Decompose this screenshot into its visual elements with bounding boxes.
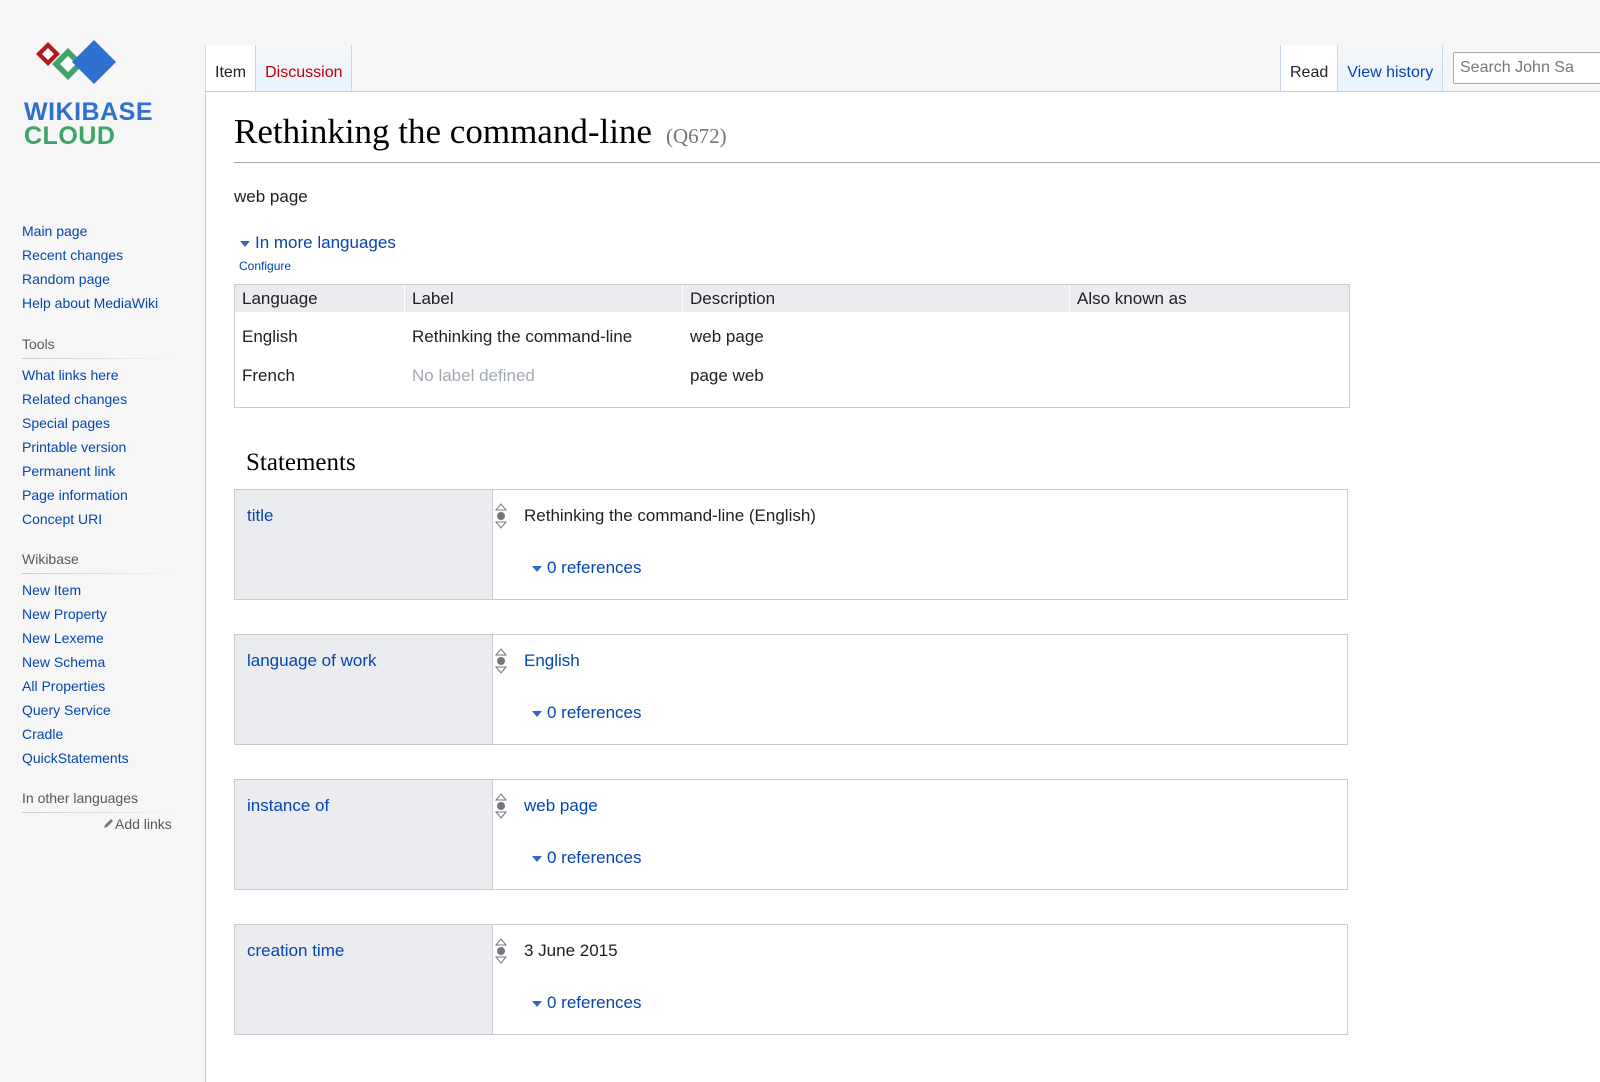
property-link-title[interactable]: title: [247, 506, 273, 526]
search-input[interactable]: [1453, 52, 1600, 84]
rank-selector-icon[interactable]: [495, 647, 507, 675]
item-id: (Q672): [665, 124, 727, 148]
rank-selector-icon[interactable]: [495, 502, 507, 530]
property-cell: language of work: [235, 635, 493, 744]
sidebar-item-help[interactable]: Help about MediaWiki: [22, 291, 180, 315]
sidebar-item-what-links-here[interactable]: What links here: [22, 363, 180, 387]
sidebar-navigation: Main page Recent changes Random page Hel…: [22, 219, 180, 315]
sidebar-heading-tools: Tools: [22, 336, 180, 359]
page-heading: Rethinking the command-line (Q672): [234, 112, 1600, 163]
sidebar-item-main-page[interactable]: Main page: [22, 219, 180, 243]
configure-link[interactable]: Configure: [239, 259, 291, 273]
references-label: 0 references: [547, 993, 642, 1012]
expand-triangle-icon: [532, 710, 542, 717]
property-cell: title: [235, 490, 493, 599]
tab-item[interactable]: Item: [205, 45, 257, 92]
tab-view-history[interactable]: View history: [1338, 45, 1444, 92]
sidebar-item-permanent-link[interactable]: Permanent link: [22, 459, 180, 483]
sidebar-item-concept-uri[interactable]: Concept URI: [22, 507, 180, 531]
references-toggle[interactable]: 0 references: [532, 848, 642, 868]
statement-group-instance-of: instance of web page 0 references: [234, 779, 1348, 890]
logo-line-2: CLOUD: [24, 122, 116, 150]
column-header-label: Label: [412, 289, 454, 308]
expand-triangle-icon: [532, 855, 542, 862]
sidebar-item-new-property[interactable]: New Property: [22, 602, 180, 626]
references-label: 0 references: [547, 848, 642, 867]
sidebar-heading-languages: In other languages: [22, 790, 180, 813]
sidebar-item-related-changes[interactable]: Related changes: [22, 387, 180, 411]
statement-value-language-of-work[interactable]: English: [524, 651, 580, 671]
sidebar-item-printable-version[interactable]: Printable version: [22, 435, 180, 459]
namespace-tabs: Item Discussion: [205, 45, 353, 92]
property-link-language-of-work[interactable]: language of work: [247, 651, 376, 671]
logo-diamonds-icon: [36, 40, 116, 84]
property-link-instance-of[interactable]: instance of: [247, 796, 329, 816]
row-french-description: page web: [690, 366, 764, 385]
row-english-language: English: [242, 327, 298, 346]
row-french-language: French: [242, 366, 295, 385]
property-cell: creation time: [235, 925, 493, 1034]
property-cell: instance of: [235, 780, 493, 889]
sidebar-item-new-item[interactable]: New Item: [22, 578, 180, 602]
references-toggle[interactable]: 0 references: [532, 993, 642, 1013]
statement-value-instance-of[interactable]: web page: [524, 796, 598, 816]
in-more-languages-toggle[interactable]: In more languages: [240, 233, 396, 253]
sidebar-item-recent-changes[interactable]: Recent changes: [22, 243, 180, 267]
tab-discussion[interactable]: Discussion: [256, 45, 353, 92]
content-area: Rethinking the command-line (Q672) web pa…: [205, 91, 1600, 1082]
references-label: 0 references: [547, 703, 642, 722]
expand-triangle-icon: [532, 1000, 542, 1007]
row-french-label: No label defined: [412, 366, 535, 385]
property-link-creation-time[interactable]: creation time: [247, 941, 344, 961]
sidebar-item-quickstatements[interactable]: QuickStatements: [22, 746, 180, 770]
language-table: Language Label Description Also known as…: [234, 284, 1350, 408]
sidebar-wikibase: Wikibase New Item New Property New Lexem…: [22, 551, 180, 770]
row-english-label: Rethinking the command-line: [412, 327, 633, 346]
in-more-languages-label: In more languages: [255, 233, 396, 252]
row-english-description: web page: [690, 327, 764, 346]
tab-read[interactable]: Read: [1280, 45, 1339, 92]
add-links-label: Add links: [115, 816, 172, 832]
sidebar-item-cradle[interactable]: Cradle: [22, 722, 180, 746]
column-header-also-known-as: Also known as: [1077, 289, 1187, 308]
sidebar-item-new-lexeme[interactable]: New Lexeme: [22, 626, 180, 650]
column-header-language: Language: [242, 289, 318, 308]
references-toggle[interactable]: 0 references: [532, 558, 642, 578]
view-tabs: Read View history: [1280, 45, 1444, 92]
rank-selector-icon[interactable]: [495, 792, 507, 820]
statement-group-creation-time: creation time 3 June 2015 0 references: [234, 924, 1348, 1035]
sidebar-item-all-properties[interactable]: All Properties: [22, 674, 180, 698]
expand-triangle-icon: [240, 240, 250, 247]
sidebar-item-page-information[interactable]: Page information: [22, 483, 180, 507]
sidebar-item-random-page[interactable]: Random page: [22, 267, 180, 291]
sidebar-languages: In other languages: [22, 790, 180, 817]
statement-value-creation-time: 3 June 2015: [524, 941, 618, 960]
sidebar-heading-wikibase: Wikibase: [22, 551, 180, 574]
column-header-description: Description: [690, 289, 776, 308]
statement-value-title: Rethinking the command-line (English): [524, 506, 816, 525]
pencil-icon: [104, 819, 113, 828]
sidebar-tools: Tools What links here Related changes Sp…: [22, 336, 180, 531]
page-title: Rethinking the command-line: [234, 112, 652, 151]
statement-group-language-of-work: language of work English 0 references: [234, 634, 1348, 745]
item-description: web page: [234, 187, 308, 206]
sidebar-item-new-schema[interactable]: New Schema: [22, 650, 180, 674]
expand-triangle-icon: [532, 565, 542, 572]
rank-selector-icon[interactable]: [495, 937, 507, 965]
statements-heading: Statements: [246, 449, 356, 476]
references-toggle[interactable]: 0 references: [532, 703, 642, 723]
sidebar-item-query-service[interactable]: Query Service: [22, 698, 180, 722]
references-label: 0 references: [547, 558, 642, 577]
sidebar-item-special-pages[interactable]: Special pages: [22, 411, 180, 435]
wikibase-cloud-logo[interactable]: WIKIBASE CLOUD: [20, 34, 180, 154]
statement-group-title: title Rethinking the command-line (Engli…: [234, 489, 1348, 600]
add-links-button[interactable]: Add links: [102, 816, 172, 832]
